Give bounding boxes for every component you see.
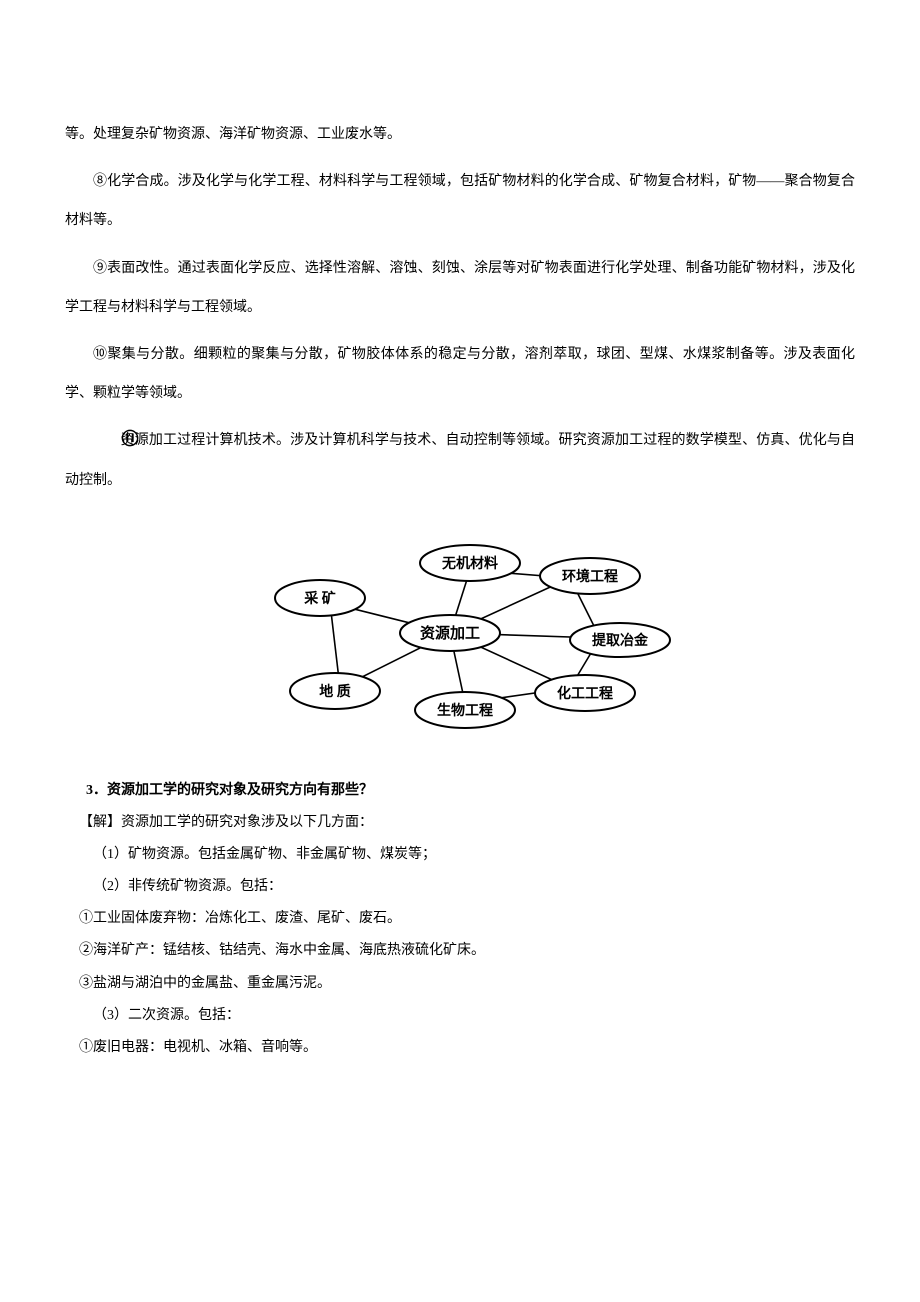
answer-item-3a: ①废旧电器：电视机、冰箱、音响等。 [65, 1032, 855, 1064]
node-extractive-metallurgy: 提取冶金 [570, 623, 670, 657]
circled-11-icon [93, 424, 111, 442]
answer-item-2a: ①工业固体废弃物：冶炼化工、废渣、尾矿、废石。 [65, 903, 855, 935]
node-bioengineering: 生物工程 [415, 692, 515, 728]
svg-text:资源加工: 资源加工 [420, 624, 480, 642]
answer-item-2c: ③盐湖与湖泊中的金属盐、重金属污泥。 [65, 968, 855, 1000]
answer-item-1: （1）矿物资源。包括金属矿物、非金属矿物、煤炭等； [65, 839, 855, 871]
paragraph-item-9: ⑨表面改性。通过表面化学反应、选择性溶解、溶蚀、刻蚀、涂层等对矿物表面进行化学处… [65, 249, 855, 327]
node-center: 资源加工 [400, 615, 500, 651]
paragraph-continuation: 等。处理复杂矿物资源、海洋矿物资源、工业废水等。 [65, 115, 855, 154]
paragraph-item-8: ⑧化学合成。涉及化学与化学工程、材料科学与工程领域，包括矿物材料的化学合成、矿物… [65, 162, 855, 240]
node-geology: 地 质 [290, 673, 380, 709]
svg-text:采 矿: 采 矿 [303, 590, 336, 607]
answer-item-2b: ②海洋矿产：锰结核、钴结壳、海水中金属、海底热液硫化矿床。 [65, 935, 855, 967]
concept-diagram: 资源加工 无机材料 环境工程 采 矿 提取冶金 [65, 528, 855, 743]
answer-item-2: （2）非传统矿物资源。包括： [65, 871, 855, 903]
answer-intro: 【解】资源加工学的研究对象涉及以下几方面： [65, 807, 855, 839]
node-environmental-engineering: 环境工程 [540, 558, 640, 594]
paragraph-item-11: 资源加工过程计算机技术。涉及计算机科学与技术、自动控制等领域。研究资源加工过程的… [65, 421, 855, 499]
svg-text:无机材料: 无机材料 [441, 555, 498, 572]
document-page: 等。处理复杂矿物资源、海洋矿物资源、工业废水等。 ⑧化学合成。涉及化学与化学工程… [0, 0, 920, 1124]
node-chemical-engineering: 化工工程 [535, 675, 635, 711]
node-mining: 采 矿 [275, 580, 365, 616]
paragraph-item-11-text: 资源加工过程计算机技术。涉及计算机科学与技术、自动控制等领域。研究资源加工过程的… [65, 433, 855, 487]
svg-text:地 质: 地 质 [319, 683, 351, 700]
svg-text:生物工程: 生物工程 [437, 702, 493, 719]
paragraph-item-10: ⑩聚集与分散。细颗粒的聚集与分散，矿物胶体体系的稳定与分散，溶剂萃取，球团、型煤… [65, 335, 855, 413]
svg-text:环境工程: 环境工程 [562, 568, 618, 585]
svg-text:化工工程: 化工工程 [557, 685, 613, 702]
answer-item-3: （3）二次资源。包括： [65, 1000, 855, 1032]
node-inorganic-materials: 无机材料 [420, 545, 520, 581]
svg-text:提取冶金: 提取冶金 [592, 632, 649, 649]
question-title: 3．资源加工学的研究对象及研究方向有那些？ [65, 779, 855, 799]
